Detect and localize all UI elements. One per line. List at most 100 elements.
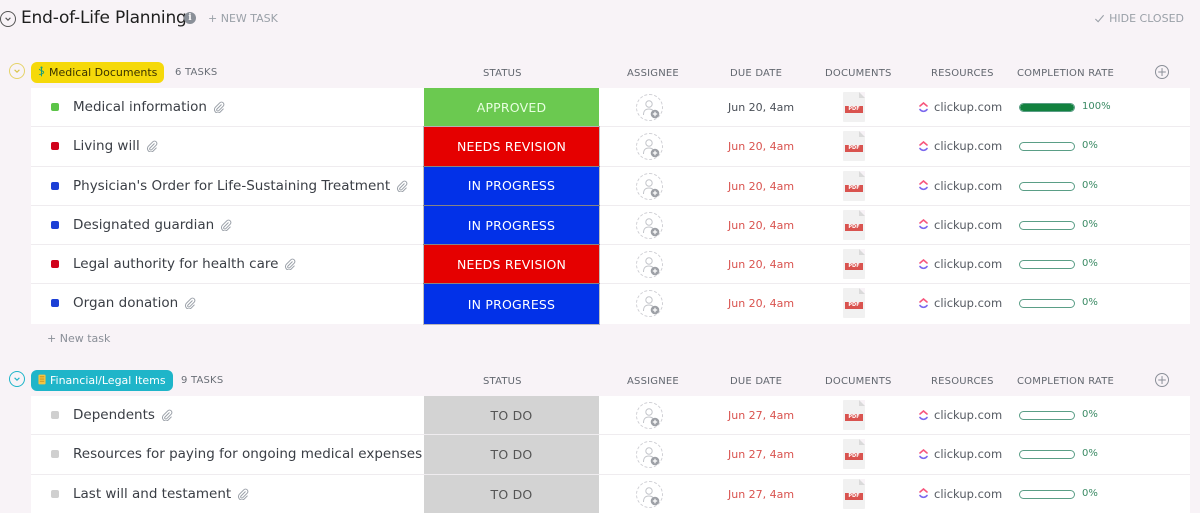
resource-link[interactable]: clickup.com xyxy=(919,257,1002,271)
task-row[interactable]: Physician's Order for Life-Sustaining Tr… xyxy=(31,165,1190,206)
pdf-file-icon[interactable]: PDF xyxy=(843,92,865,122)
task-name[interactable]: Dependents xyxy=(73,407,155,423)
add-column-button[interactable]: + xyxy=(1155,373,1169,387)
assignee-add-button[interactable] xyxy=(636,172,663,200)
status-square-icon[interactable] xyxy=(51,220,59,229)
due-date[interactable]: Jun 27, 4am xyxy=(728,448,794,461)
info-icon[interactable]: i xyxy=(184,12,196,24)
status-cell[interactable]: NEEDS REVISION xyxy=(423,244,600,285)
paperclip-icon[interactable] xyxy=(237,488,249,500)
column-header-completion-rate[interactable]: COMPLETION RATE xyxy=(1017,68,1114,79)
assignee-add-button[interactable] xyxy=(636,211,663,239)
column-header-documents[interactable]: DOCUMENTS xyxy=(825,376,892,387)
task-name[interactable]: Last will and testament xyxy=(73,486,231,502)
status-square-icon[interactable] xyxy=(51,181,59,190)
resource-link[interactable]: clickup.com xyxy=(919,487,1002,501)
status-square-icon[interactable] xyxy=(51,489,59,498)
resource-link[interactable]: clickup.com xyxy=(919,447,1002,461)
column-header-status[interactable]: STATUS xyxy=(483,376,522,387)
paperclip-icon[interactable] xyxy=(213,101,225,113)
task-row[interactable]: Organ donation IN PROGRESS Jun 20, 4am P… xyxy=(31,283,1190,325)
task-row[interactable]: Resources for paying for ongoing medical… xyxy=(31,435,1190,475)
status-cell[interactable]: TO DO xyxy=(424,396,599,435)
status-cell[interactable]: NEEDS REVISION xyxy=(423,126,600,167)
paperclip-icon[interactable] xyxy=(220,219,232,231)
paperclip-icon[interactable] xyxy=(146,140,158,153)
task-row[interactable]: Medical information APPROVED Jun 20, 4am… xyxy=(31,88,1190,128)
assignee-add-button[interactable] xyxy=(636,480,663,508)
pdf-file-icon[interactable]: PDF xyxy=(843,288,865,319)
column-header-assignee[interactable]: ASSIGNEE xyxy=(627,68,679,79)
status-cell[interactable]: APPROVED xyxy=(424,88,599,127)
resource-link[interactable]: clickup.com xyxy=(919,179,1002,193)
column-header-status[interactable]: STATUS xyxy=(483,68,522,79)
pdf-file-icon[interactable]: PDF xyxy=(843,478,865,509)
new-task-button[interactable]: + NEW TASK xyxy=(208,12,278,25)
resource-link[interactable]: clickup.com xyxy=(919,296,1002,310)
assignee-add-button[interactable] xyxy=(636,94,663,121)
task-name[interactable]: Organ donation xyxy=(73,295,178,311)
new-task-link[interactable]: + New task xyxy=(47,332,110,345)
status-cell[interactable]: IN PROGRESS xyxy=(423,283,600,325)
resource-link[interactable]: clickup.com xyxy=(919,218,1002,232)
pdf-file-icon[interactable]: PDF xyxy=(843,209,865,240)
task-row[interactable]: Designated guardian IN PROGRESS Jun 20, … xyxy=(31,204,1190,246)
due-date[interactable]: Jun 20, 4am xyxy=(728,140,794,153)
collapse-group-button[interactable] xyxy=(9,371,25,387)
status-cell[interactable]: IN PROGRESS xyxy=(423,165,600,206)
column-header-completion-rate[interactable]: COMPLETION RATE xyxy=(1017,376,1114,387)
due-date[interactable]: Jun 20, 4am xyxy=(728,101,794,114)
assignee-add-button[interactable] xyxy=(636,441,663,469)
status-square-icon[interactable] xyxy=(51,411,59,419)
task-name[interactable]: Living will xyxy=(73,138,140,154)
task-name[interactable]: Resources for paying for ongoing medical… xyxy=(73,446,422,462)
task-row[interactable]: Legal authority for health care NEEDS RE… xyxy=(31,244,1190,285)
task-name[interactable]: Medical information xyxy=(73,99,207,115)
status-cell[interactable]: TO DO xyxy=(424,435,599,474)
group-name-pill[interactable]: Financial/Legal Items xyxy=(31,370,173,391)
due-date[interactable]: Jun 20, 4am xyxy=(728,258,794,271)
assignee-add-button[interactable] xyxy=(636,402,663,429)
task-row[interactable]: Last will and testament TO DO Jun 27, 4a… xyxy=(31,474,1190,513)
add-column-button[interactable]: + xyxy=(1155,65,1169,79)
pdf-file-icon[interactable]: PDF xyxy=(843,131,865,162)
column-header-documents[interactable]: DOCUMENTS xyxy=(825,68,892,79)
status-square-icon[interactable] xyxy=(51,299,59,308)
assignee-add-button[interactable] xyxy=(636,133,663,161)
paperclip-icon[interactable] xyxy=(184,297,196,310)
due-date[interactable]: Jun 20, 4am xyxy=(728,297,794,310)
assignee-add-button[interactable] xyxy=(636,290,663,318)
assignee-add-button[interactable] xyxy=(636,251,663,279)
pdf-file-icon[interactable]: PDF xyxy=(843,439,865,470)
pdf-file-icon[interactable]: PDF xyxy=(843,400,865,430)
collapse-group-button[interactable] xyxy=(9,63,25,79)
paperclip-icon[interactable] xyxy=(284,258,296,271)
group-name-pill[interactable]: Medical Documents xyxy=(31,62,165,83)
due-date[interactable]: Jun 27, 4am xyxy=(728,409,794,422)
column-header-resources[interactable]: RESOURCES xyxy=(931,376,994,387)
column-header-assignee[interactable]: ASSIGNEE xyxy=(627,376,679,387)
column-header-due-date[interactable]: DUE DATE xyxy=(730,376,782,387)
pdf-file-icon[interactable]: PDF xyxy=(843,170,865,201)
status-cell[interactable]: TO DO xyxy=(424,474,599,513)
hide-closed-toggle[interactable]: HIDE CLOSED xyxy=(1094,12,1184,25)
task-name[interactable]: Designated guardian xyxy=(73,217,214,233)
resource-link[interactable]: clickup.com xyxy=(919,408,1002,422)
due-date[interactable]: Jun 20, 4am xyxy=(728,180,794,193)
status-square-icon[interactable] xyxy=(51,142,59,151)
resource-link[interactable]: clickup.com xyxy=(919,100,1002,114)
status-square-icon[interactable] xyxy=(51,103,59,111)
task-row[interactable]: Dependents TO DO Jun 27, 4am PDF clickup… xyxy=(31,396,1190,436)
task-row[interactable]: Living will NEEDS REVISION Jun 20, 4am P… xyxy=(31,126,1190,167)
due-date[interactable]: Jun 20, 4am xyxy=(728,219,794,232)
status-square-icon[interactable] xyxy=(51,260,59,269)
status-cell[interactable]: IN PROGRESS xyxy=(423,204,600,246)
collapse-list-button[interactable] xyxy=(0,11,16,27)
resource-link[interactable]: clickup.com xyxy=(919,139,1002,153)
task-name[interactable]: Legal authority for health care xyxy=(73,256,278,272)
due-date[interactable]: Jun 27, 4am xyxy=(728,488,794,501)
column-header-due-date[interactable]: DUE DATE xyxy=(730,68,782,79)
paperclip-icon[interactable] xyxy=(396,180,408,192)
task-name[interactable]: Physician's Order for Life-Sustaining Tr… xyxy=(73,178,390,194)
paperclip-icon[interactable] xyxy=(161,409,173,421)
